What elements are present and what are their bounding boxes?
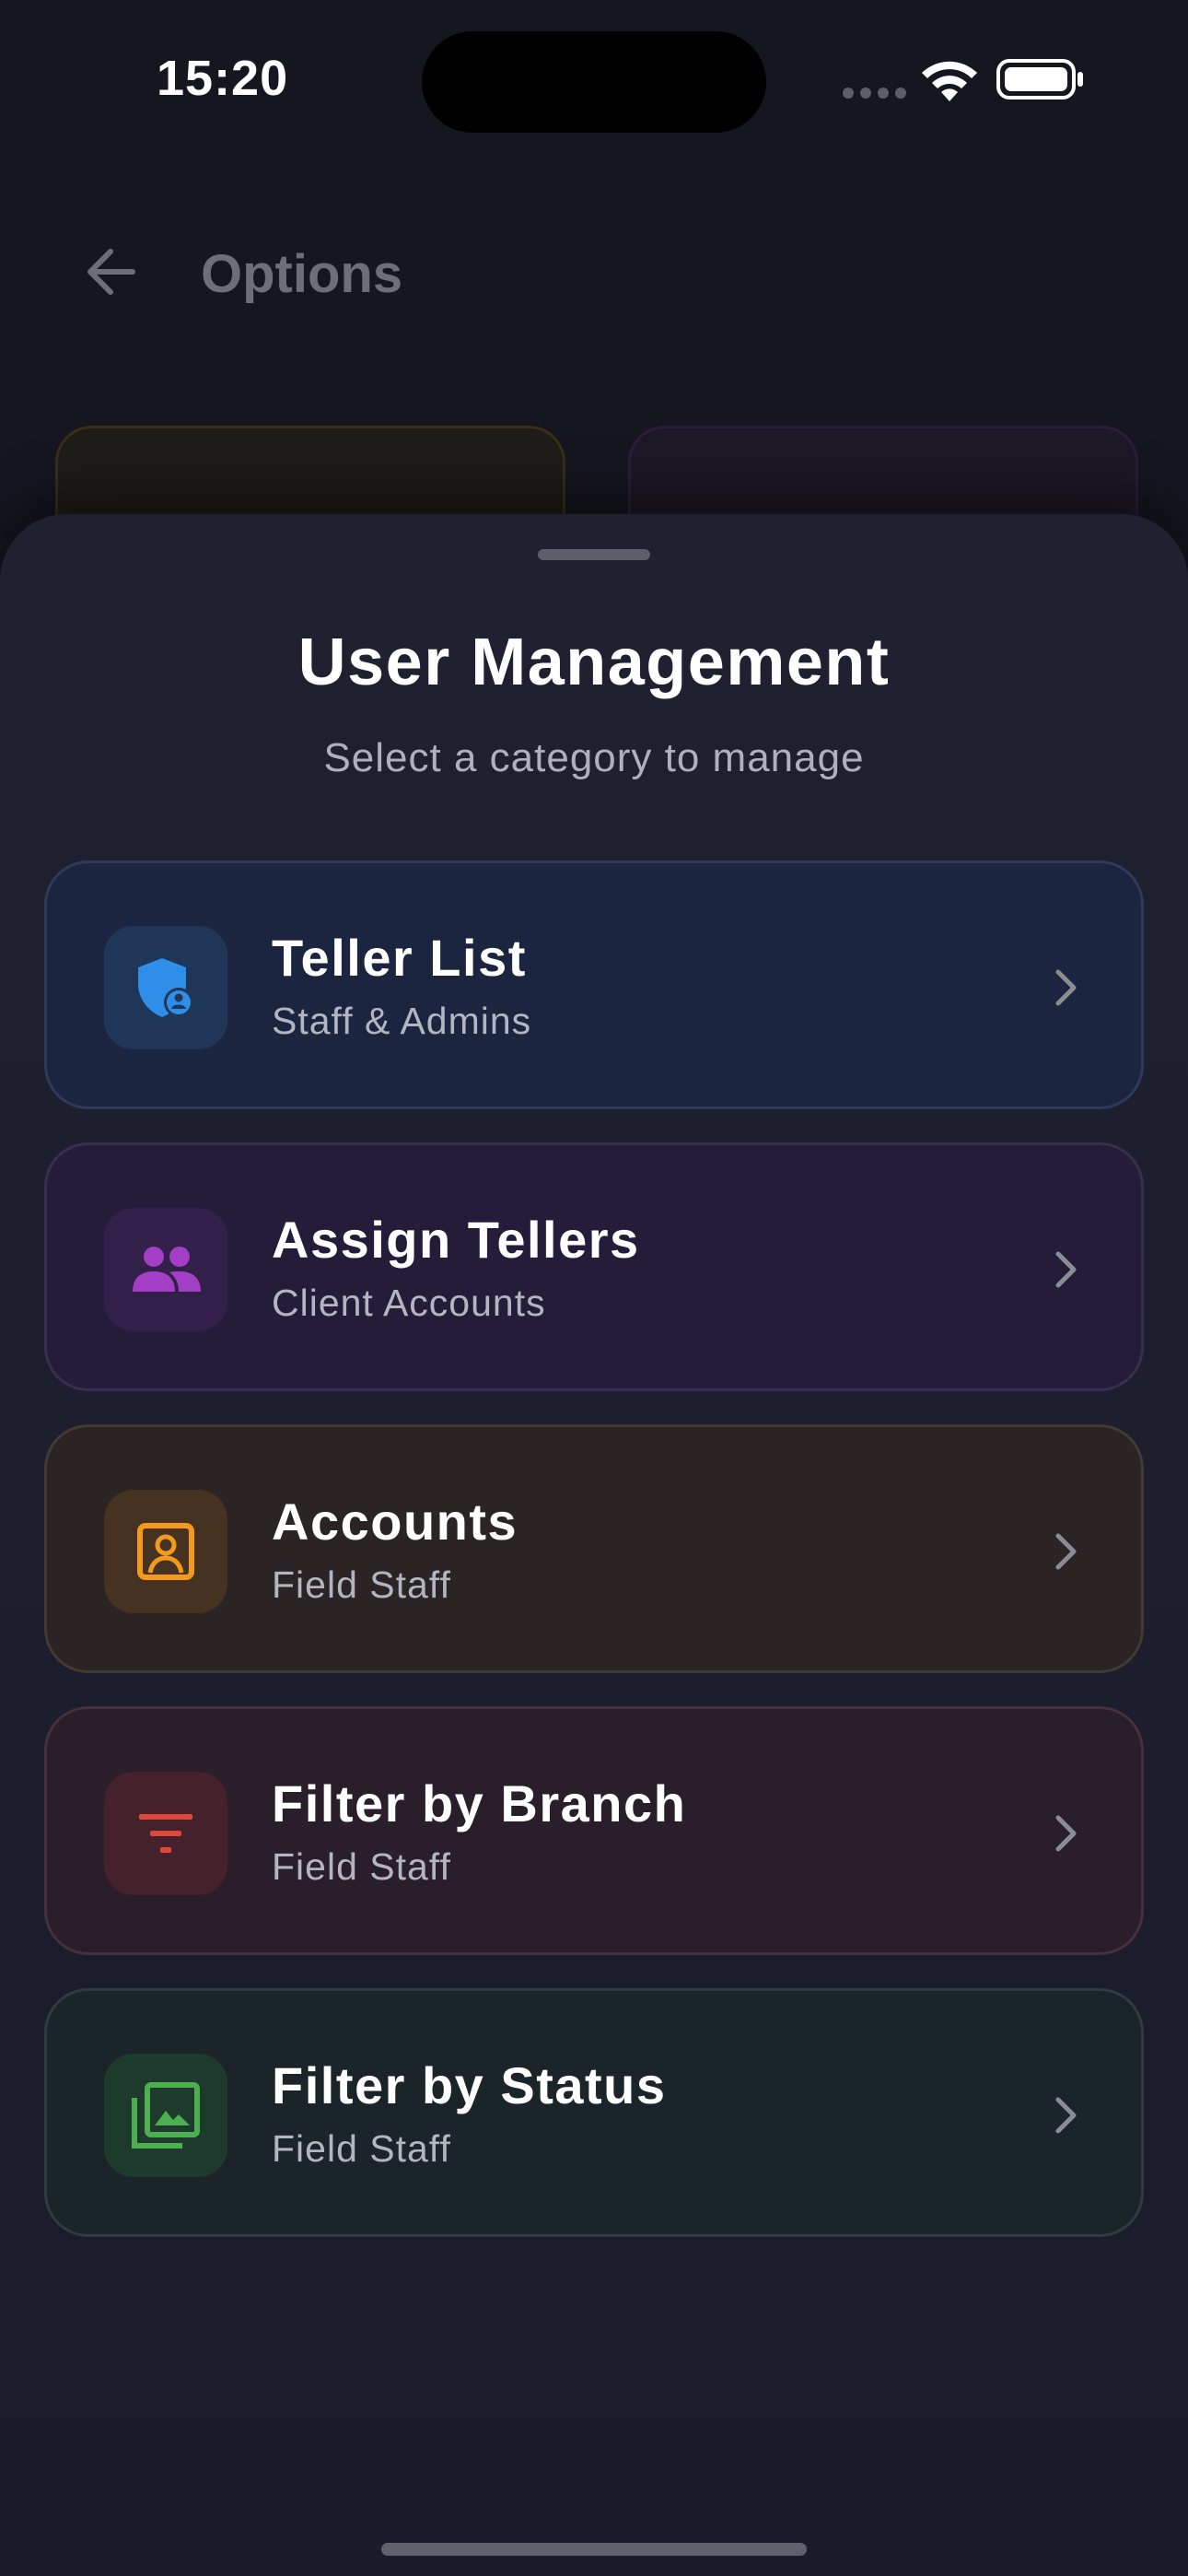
- option-icon-container: [104, 1490, 227, 1613]
- sheet-subtitle: Select a category to manage: [323, 735, 865, 780]
- option-filter-by-branch[interactable]: Filter by Branch Field Staff: [44, 1706, 1144, 1955]
- signal-icon: [843, 88, 906, 99]
- option-filter-by-status[interactable]: Filter by Status Field Staff: [44, 1988, 1144, 2237]
- page-title: Options: [201, 244, 403, 304]
- chevron-right-icon: [1055, 1815, 1077, 1852]
- option-subtitle: Staff & Admins: [272, 1000, 532, 1042]
- chevron-right-icon: [1055, 1251, 1077, 1288]
- battery-icon: [996, 59, 1083, 100]
- option-icon-container: [104, 1772, 227, 1895]
- option-icon-container: [104, 1208, 227, 1331]
- arrow-left-icon[interactable]: [83, 245, 138, 299]
- option-icon-container: [104, 2054, 227, 2177]
- sheet-title: User Management: [297, 626, 891, 699]
- option-subtitle: Field Staff: [272, 1845, 451, 1888]
- account-box-icon: [137, 1523, 194, 1580]
- chevron-right-icon: [1055, 969, 1077, 1006]
- chevron-right-icon: [1055, 2097, 1077, 2134]
- option-subtitle: Field Staff: [272, 2127, 451, 2170]
- option-title: Assign Tellers: [272, 1211, 640, 1269]
- sheet-drag-handle[interactable]: [538, 549, 650, 560]
- option-assign-tellers[interactable]: Assign Tellers Client Accounts: [44, 1142, 1144, 1391]
- option-title: Filter by Branch: [272, 1774, 687, 1832]
- filter-icon: [139, 1814, 192, 1853]
- shield-user-icon: [138, 958, 193, 1017]
- option-title: Teller List: [272, 929, 527, 987]
- option-accounts[interactable]: Accounts Field Staff: [44, 1424, 1144, 1673]
- option-teller-list[interactable]: Teller List Staff & Admins: [44, 861, 1144, 1109]
- photo-library-icon: [132, 2082, 200, 2149]
- status-time: 15:20: [157, 51, 289, 106]
- option-subtitle: Field Staff: [272, 1563, 451, 1606]
- home-indicator[interactable]: [381, 2543, 807, 2556]
- option-subtitle: Client Accounts: [272, 1282, 546, 1324]
- chevron-right-icon: [1055, 1533, 1077, 1570]
- wifi-icon: [922, 61, 977, 101]
- status-bar: 15:20: [0, 0, 1188, 157]
- option-title: Accounts: [272, 1493, 518, 1551]
- group-icon: [133, 1247, 201, 1292]
- dynamic-island: [422, 31, 766, 133]
- app-bar: Options: [0, 212, 1188, 332]
- option-icon-container: [104, 926, 227, 1049]
- option-title: Filter by Status: [272, 2056, 667, 2114]
- bottom-sheet: User Management Select a category to man…: [0, 514, 1188, 2576]
